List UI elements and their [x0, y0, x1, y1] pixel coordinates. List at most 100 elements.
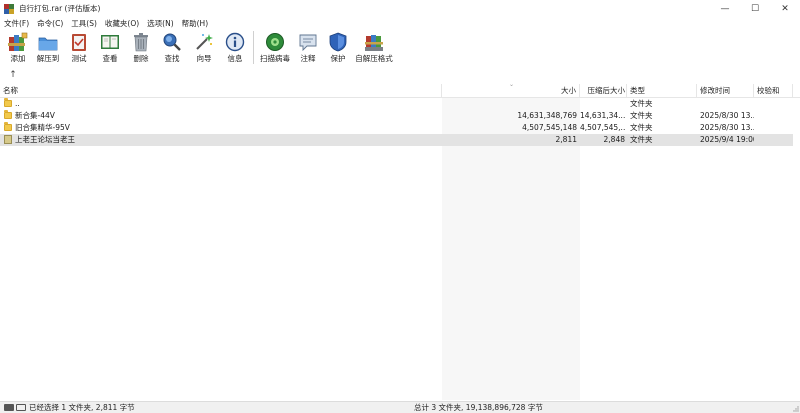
row-crc	[757, 98, 793, 110]
row-crc	[757, 134, 793, 146]
row-name: 旧合集精华-95V	[15, 123, 70, 132]
column-name[interactable]: 名称	[0, 84, 442, 98]
view-button[interactable]: 查看	[95, 29, 125, 66]
row-type: 文件夹	[630, 111, 653, 120]
up-arrow-icon[interactable]: ↑	[6, 68, 20, 82]
column-modified[interactable]: 修改时间	[697, 84, 754, 98]
row-crc	[757, 122, 793, 134]
status-total: 总计 3 文件夹, 19,138,896,728 字节	[414, 403, 543, 412]
find-button[interactable]: 查找	[157, 29, 187, 66]
window-title: 自行打包.rar (评估版本)	[19, 4, 101, 13]
magnifier-icon	[162, 31, 183, 52]
book-view-icon	[100, 31, 121, 52]
menu-favorites[interactable]: 收藏夹(O)	[105, 18, 139, 29]
drive-icon[interactable]	[4, 404, 14, 411]
shield-icon	[328, 31, 349, 52]
folder-extract-icon	[38, 31, 59, 52]
protect-button[interactable]: 保护	[324, 29, 352, 66]
row-modified	[700, 98, 754, 110]
maximize-button[interactable]: ☐	[740, 0, 770, 17]
sort-indicator-icon: ⌄	[509, 81, 515, 88]
minimize-button[interactable]: —	[710, 0, 740, 17]
row-modified: 2025/8/30 13...	[700, 123, 754, 132]
info-icon	[225, 31, 246, 52]
status-selection: 已经选择 1 文件夹, 2,811 字节	[29, 403, 135, 412]
scan-virus-button[interactable]: 扫描病毒	[258, 29, 292, 66]
title-bar: 自行打包.rar (评估版本) — ☐ ✕	[0, 0, 800, 17]
row-packed-size: 2,848	[603, 135, 625, 144]
status-bar: 已经选择 1 文件夹, 2,811 字节 总计 3 文件夹, 19,138,89…	[0, 401, 800, 413]
menu-file[interactable]: 文件(F)	[4, 18, 29, 29]
menu-options[interactable]: 选项(N)	[147, 18, 173, 29]
winrar-app-icon[interactable]	[4, 3, 14, 14]
row-crc	[757, 110, 793, 122]
view-label: 查看	[102, 54, 118, 63]
row-name: ..	[15, 99, 20, 108]
folder-icon	[4, 98, 12, 107]
menu-commands[interactable]: 命令(C)	[37, 18, 63, 29]
window-controls: — ☐ ✕	[710, 0, 800, 17]
column-type[interactable]: 类型	[627, 84, 697, 98]
key-icon[interactable]	[16, 404, 26, 411]
row-name: 上老王论坛当老王	[15, 135, 75, 144]
folder-icon	[4, 122, 12, 131]
info-label: 信息	[227, 54, 243, 63]
clipboard-test-icon	[69, 31, 90, 52]
path-bar: ↑	[0, 66, 800, 83]
table-row[interactable]: .. 文件夹	[0, 98, 793, 110]
row-size: 4,507,545,148	[522, 123, 577, 132]
row-packed-size: 14,631,34...	[580, 111, 625, 120]
row-type: 文件夹	[630, 135, 653, 144]
column-crc[interactable]: 校验和	[754, 84, 793, 98]
row-modified: 2025/9/4 19:00	[700, 135, 754, 144]
row-size: 14,631,348,769	[517, 111, 577, 120]
sfx-label: 自解压格式	[355, 54, 393, 63]
row-name: 新合集-44V	[15, 111, 55, 120]
menu-tools[interactable]: 工具(S)	[71, 18, 97, 29]
resize-grip-icon[interactable]	[791, 404, 799, 412]
virus-scan-icon	[265, 31, 286, 52]
menu-bar: 文件(F) 命令(C) 工具(S) 收藏夹(O) 选项(N) 帮助(H)	[0, 17, 800, 29]
row-packed-size	[580, 98, 625, 110]
toolbar-separator	[253, 31, 254, 64]
extract-to-label: 解压到	[36, 54, 60, 63]
wizard-button[interactable]: 向导	[189, 29, 219, 66]
row-size: 2,811	[555, 135, 577, 144]
test-button[interactable]: 测试	[65, 29, 93, 66]
trash-can-icon	[131, 31, 152, 52]
table-row[interactable]: 旧合集精华-95V 4,507,545,148 4,507,545,... 文件…	[0, 122, 793, 134]
close-button[interactable]: ✕	[770, 0, 800, 17]
list-header: 名称 大小 压缩后大小 类型 修改时间 校验和 ⌄	[0, 81, 800, 98]
row-type: 文件夹	[630, 123, 653, 132]
wizard-label: 向导	[196, 54, 212, 63]
test-label: 测试	[71, 54, 87, 63]
file-list[interactable]: 名称 大小 压缩后大小 类型 修改时间 校验和 ⌄ .. 文件夹 新合集-44V…	[0, 81, 800, 400]
extract-to-button[interactable]: 解压到	[33, 29, 63, 66]
sfx-button[interactable]: 自解压格式	[354, 29, 394, 66]
file-icon	[4, 135, 12, 144]
protect-label: 保护	[330, 54, 346, 63]
add-button[interactable]: 添加	[5, 29, 31, 66]
comment-icon	[298, 31, 319, 52]
comment-button[interactable]: 注释	[294, 29, 322, 66]
table-row-selected[interactable]: 上老王论坛当老王 2,811 2,848 文件夹 2025/9/4 19:00	[0, 134, 793, 146]
delete-button[interactable]: 删除	[127, 29, 155, 66]
row-packed-size: 4,507,545,...	[580, 123, 625, 132]
delete-label: 删除	[133, 54, 149, 63]
row-type: 文件夹	[630, 99, 653, 108]
row-modified: 2025/8/30 13...	[700, 111, 754, 120]
scan-virus-label: 扫描病毒	[260, 54, 290, 63]
books-add-icon	[8, 31, 29, 52]
add-label: 添加	[10, 54, 26, 63]
comment-label: 注释	[300, 54, 316, 63]
menu-help[interactable]: 帮助(H)	[182, 18, 209, 29]
magic-wand-icon	[194, 31, 215, 52]
sfx-icon	[364, 31, 385, 52]
table-row[interactable]: 新合集-44V 14,631,348,769 14,631,34... 文件夹 …	[0, 110, 793, 122]
info-button[interactable]: 信息	[221, 29, 249, 66]
column-packed-size[interactable]: 压缩后大小	[580, 84, 627, 98]
find-label: 查找	[164, 54, 180, 63]
folder-icon	[4, 110, 12, 119]
toolbar: 添加 解压到 测试 查看 删除 查找 向导 信息 扫描病毒 注释 保护 自解压格…	[0, 29, 800, 66]
row-size	[442, 98, 577, 110]
